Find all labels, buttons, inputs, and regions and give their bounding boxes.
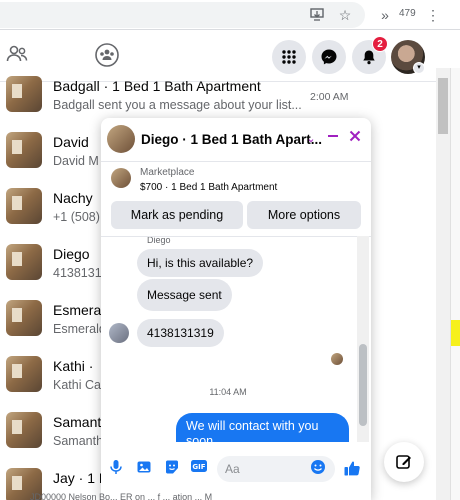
message-composer: GIF Aa — [101, 446, 371, 490]
minimize-icon[interactable] — [323, 128, 343, 150]
sender-avatar — [109, 323, 129, 343]
microphone-icon[interactable] — [107, 459, 125, 477]
page-scrollbar[interactable] — [436, 68, 450, 500]
conversation-snippet: +1 (508) — [53, 210, 100, 224]
emoji-icon[interactable] — [309, 459, 327, 477]
conversation-name: Nachy — [53, 190, 93, 206]
listing-thumbnail — [6, 132, 42, 168]
conversation-name: Jay · 1 B — [53, 470, 109, 486]
groups-icon[interactable] — [94, 42, 120, 68]
scrollbar-thumb[interactable] — [438, 78, 448, 134]
conversation-name: David — [53, 134, 89, 150]
marketplace-label: Marketplace — [140, 167, 195, 178]
chat-listing-avatar[interactable] — [107, 125, 135, 153]
listing-thumbnail — [6, 76, 42, 112]
highlight-strip — [451, 320, 460, 346]
install-app-icon[interactable] — [308, 6, 326, 24]
conversation-name: Diego — [53, 246, 90, 262]
outgoing-message: We will contact with you soon — [176, 413, 349, 442]
conversation-name: Kathi · — [53, 358, 94, 374]
thumbs-up-icon[interactable] — [343, 459, 361, 477]
grid-icon — [282, 50, 296, 64]
notification-count-badge: 2 — [372, 36, 388, 52]
listing-thumbnail — [6, 300, 42, 336]
conversation-time: 2:00 AM — [310, 91, 349, 103]
message-scrollbar[interactable] — [357, 236, 369, 442]
bookmark-star-icon[interactable]: ☆ — [336, 6, 354, 24]
listing-thumbnail — [6, 244, 42, 280]
bell-icon — [363, 50, 375, 65]
chat-title[interactable]: Diego · 1 Bed 1 Bath Apart... — [141, 132, 322, 147]
marketplace-listing[interactable]: Marketplace $700 · 1 Bed 1 Bath Apartmen… — [101, 162, 371, 202]
extensions-overflow-icon[interactable]: » — [376, 6, 394, 24]
listing-thumbnail — [111, 168, 131, 188]
message-timestamp: 11:04 AM — [209, 387, 247, 397]
message-thread: Diego Hi, is this available? Message sen… — [101, 236, 371, 442]
svg-text:GIF: GIF — [192, 463, 205, 471]
conversation-snippet: Samanth — [53, 434, 104, 448]
listing-thumbnail — [6, 356, 42, 392]
conversation-name: Samant — [53, 414, 102, 430]
conversation-name: Badgall · 1 Bed 1 Bath Apartment — [53, 78, 261, 94]
new-message-button[interactable] — [384, 442, 424, 482]
conversation-snippet: Esmerald — [53, 322, 106, 336]
incoming-message: Message sent — [137, 279, 232, 311]
browser-menu-icon[interactable]: ⋮ — [424, 6, 442, 24]
messenger-icon — [321, 49, 337, 65]
mark-as-pending-button[interactable]: Mark as pending — [111, 201, 243, 229]
friends-icon[interactable] — [5, 42, 31, 68]
conversation-snippet: Kathi Cas — [53, 378, 108, 392]
chevron-down-icon[interactable]: ⌄ — [301, 128, 321, 150]
compose-icon — [396, 455, 411, 469]
listing-thumbnail — [6, 412, 42, 448]
side-panel-edge — [450, 68, 460, 500]
more-options-button[interactable]: More options — [247, 201, 361, 229]
incoming-message: Hi, is this available? — [137, 249, 264, 277]
conversation-snippet: 4138131 — [53, 266, 102, 280]
underlying-page-fragment: JD00000 Nelson Bo... ER on ... f ... ati… — [30, 492, 213, 500]
browser-toolbar: ☆ » 479 ⋮ — [0, 0, 460, 30]
conversation-name: Esmeral — [53, 302, 105, 318]
seen-indicator-avatar — [331, 353, 343, 365]
conversation-snippet: Badgall sent you a message about your li… — [53, 98, 302, 112]
close-icon[interactable] — [345, 128, 365, 150]
sender-name: Diego — [147, 236, 171, 245]
listing-thumbnail — [6, 188, 42, 224]
listing-price-title: $700 · 1 Bed 1 Bath Apartment — [140, 182, 278, 193]
chat-window: Diego · 1 Bed 1 Bath Apart... ⌄ Marketpl… — [101, 118, 371, 500]
incoming-message: 4138131319 — [137, 319, 224, 347]
chat-header: Diego · 1 Bed 1 Bath Apart... ⌄ — [101, 118, 371, 162]
conversation-snippet: David M — [53, 154, 99, 168]
extension-count: 479 — [399, 8, 416, 19]
photo-icon[interactable] — [135, 459, 153, 477]
sticker-icon[interactable] — [163, 459, 181, 477]
gif-icon[interactable]: GIF — [189, 459, 209, 477]
scrollbar-thumb[interactable] — [359, 344, 367, 426]
